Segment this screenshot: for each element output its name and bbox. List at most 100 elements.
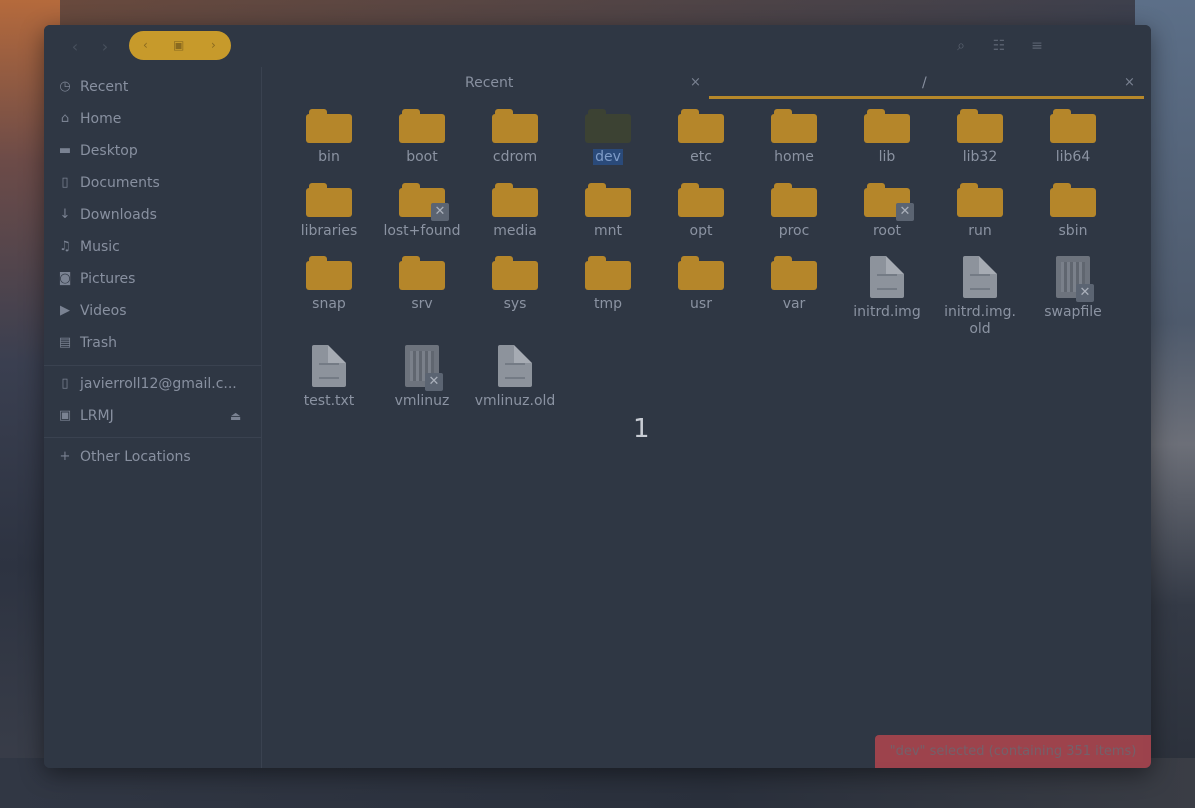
file-item[interactable]: boot [376, 109, 468, 166]
sidebar-item-label: Pictures [80, 271, 136, 287]
back-button[interactable]: ‹ [64, 36, 86, 58]
file-name: boot [406, 149, 438, 165]
sidebar-item-music[interactable]: ♫ Music [44, 232, 261, 262]
path-prev-icon[interactable]: ‹ [143, 31, 148, 60]
file-name: initrd.img [853, 304, 921, 320]
file-item[interactable]: snap [283, 256, 375, 313]
text-file-icon [312, 345, 346, 387]
drive-icon: ▣ [58, 408, 72, 423]
forward-button[interactable]: › [94, 36, 116, 58]
locked-emblem-icon: ✕ [896, 203, 914, 221]
sidebar-item-downloads[interactable]: ↓ Downloads [44, 200, 261, 230]
sidebar-item-home[interactable]: ⌂ Home [44, 104, 261, 134]
tab-label: Recent [465, 75, 514, 91]
binary-file-icon: ✕ [405, 345, 443, 391]
file-item[interactable]: lib [841, 109, 933, 166]
tab-root[interactable]: / [922, 67, 927, 99]
file-item[interactable]: mnt [562, 183, 654, 240]
file-item[interactable]: cdrom [469, 109, 561, 166]
tab-label: / [922, 75, 927, 91]
text-file-icon [963, 256, 997, 298]
sidebar-item-videos[interactable]: ▶ Videos [44, 296, 261, 326]
file-item[interactable]: lib32 [934, 109, 1026, 166]
file-name: lib64 [1055, 149, 1091, 165]
path-bar[interactable]: ‹ ▣ › [129, 31, 231, 60]
sidebar-item-label: Music [80, 239, 120, 255]
folder-icon [585, 109, 631, 143]
folder-icon [678, 183, 724, 217]
sidebar-separator [44, 437, 261, 438]
status-bar: "dev" selected (containing 351 items) [875, 735, 1151, 768]
file-item[interactable]: srv [376, 256, 468, 313]
sidebar-item-label: Videos [80, 303, 127, 319]
file-item[interactable]: media [469, 183, 561, 240]
file-item[interactable]: vmlinuz.old [469, 345, 561, 410]
binary-file-icon: ✕ [1056, 256, 1094, 302]
path-next-icon[interactable]: › [211, 31, 216, 60]
tab-bar: Recent × / × [262, 67, 1151, 99]
file-item[interactable]: usr [655, 256, 747, 313]
sidebar-item-trash[interactable]: ▤ Trash [44, 328, 261, 358]
file-name: lib [878, 149, 896, 165]
folder-icon [492, 183, 538, 217]
chevron-left-icon: ‹ [71, 37, 79, 56]
sidebar-item-documents[interactable]: ▯ Documents [44, 168, 261, 198]
download-icon: ↓ [59, 207, 71, 222]
file-name: lib32 [962, 149, 998, 165]
file-name: etc [690, 149, 712, 165]
sidebar-item-lrmj[interactable]: ▣ LRMJ ⏏ [44, 401, 261, 431]
file-item[interactable]: proc [748, 183, 840, 240]
file-item[interactable]: ✕ swapfile [1027, 256, 1119, 321]
file-item[interactable]: etc [655, 109, 747, 166]
file-name: sbin [1058, 223, 1088, 239]
file-item[interactable]: bin [283, 109, 375, 166]
folder-icon [399, 109, 445, 143]
file-item[interactable]: libraries [283, 183, 375, 240]
file-item[interactable]: var [748, 256, 840, 313]
sidebar-item-desktop[interactable]: ▬ Desktop [44, 136, 261, 166]
file-item[interactable]: home [748, 109, 840, 166]
file-item[interactable]: dev [562, 109, 654, 166]
file-item[interactable]: initrd.img. old [934, 256, 1026, 338]
plus-icon: + [59, 449, 71, 464]
menu-icon[interactable]: ≡ [1028, 37, 1046, 55]
file-item[interactable]: ✕ root [841, 183, 933, 240]
file-item[interactable]: opt [655, 183, 747, 240]
sidebar-item-label: Desktop [80, 143, 138, 159]
file-name: vmlinuz [394, 393, 450, 409]
eject-icon[interactable]: ⏏ [230, 401, 241, 431]
file-item[interactable]: tmp [562, 256, 654, 313]
text-file-icon [498, 345, 532, 387]
file-item[interactable]: ✕ vmlinuz [376, 345, 468, 410]
file-item[interactable]: run [934, 183, 1026, 240]
folder-icon: ▬ [58, 143, 72, 158]
file-grid: bin boot cdrom dev etc home lib lib32 lib64 libra… [262, 99, 1151, 768]
view-options-icon[interactable]: ☷ [990, 37, 1008, 55]
search-icon[interactable]: ⌕ [952, 37, 970, 55]
file-name: test.txt [303, 393, 355, 409]
video-icon: ▶ [60, 303, 70, 318]
phone-icon: ▯ [61, 376, 69, 391]
file-item[interactable]: test.txt [283, 345, 375, 410]
tab-recent-close-icon[interactable]: × [690, 67, 701, 99]
root-drive-icon[interactable]: ▣ [173, 31, 184, 60]
file-item[interactable]: initrd.img [841, 256, 933, 321]
trash-icon: ▤ [58, 335, 72, 350]
unreadable-emblem-icon: ✕ [1076, 284, 1094, 302]
file-item[interactable]: ✕ lost+found [376, 183, 468, 240]
file-item[interactable]: sys [469, 256, 561, 313]
sidebar-item-other-locations[interactable]: + Other Locations [44, 442, 261, 472]
folder-icon [957, 183, 1003, 217]
file-item[interactable]: lib64 [1027, 109, 1119, 166]
file-item[interactable]: sbin [1027, 183, 1119, 240]
tab-root-close-icon[interactable]: × [1124, 67, 1135, 99]
sidebar-item-label: Documents [80, 175, 160, 191]
folder-icon [399, 256, 445, 290]
sidebar-item-phone[interactable]: ▯ javierroll12@gmail.c... [44, 369, 261, 399]
tab-recent[interactable]: Recent [465, 67, 513, 99]
sidebar-item-recent[interactable]: ◷ Recent [44, 72, 261, 102]
file-name: swapfile [1044, 304, 1102, 320]
clock-icon: ◷ [59, 79, 71, 94]
sidebar-item-pictures[interactable]: ◙ Pictures [44, 264, 261, 294]
folder-icon [585, 183, 631, 217]
